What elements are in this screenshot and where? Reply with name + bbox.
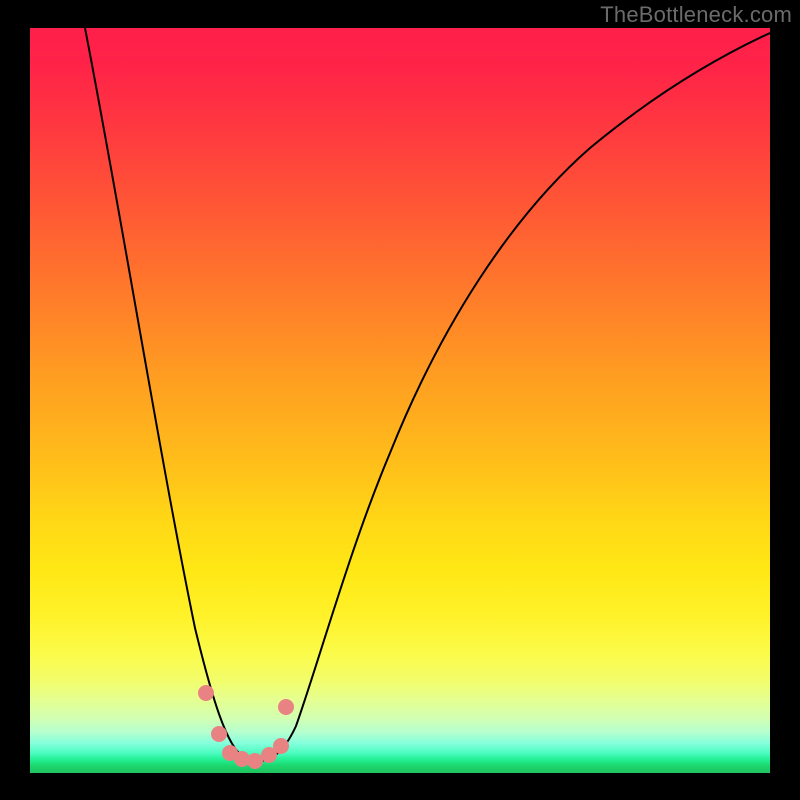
marker-dot [247, 753, 263, 769]
chart-svg [30, 28, 770, 773]
marker-dot [211, 726, 227, 742]
plot-area [30, 28, 770, 773]
watermark-text: TheBottleneck.com [600, 2, 792, 28]
bottleneck-curve [85, 28, 770, 761]
chart-container: TheBottleneck.com [0, 0, 800, 800]
marker-dot [273, 738, 289, 754]
marker-dot [278, 699, 294, 715]
marker-dot [198, 685, 214, 701]
